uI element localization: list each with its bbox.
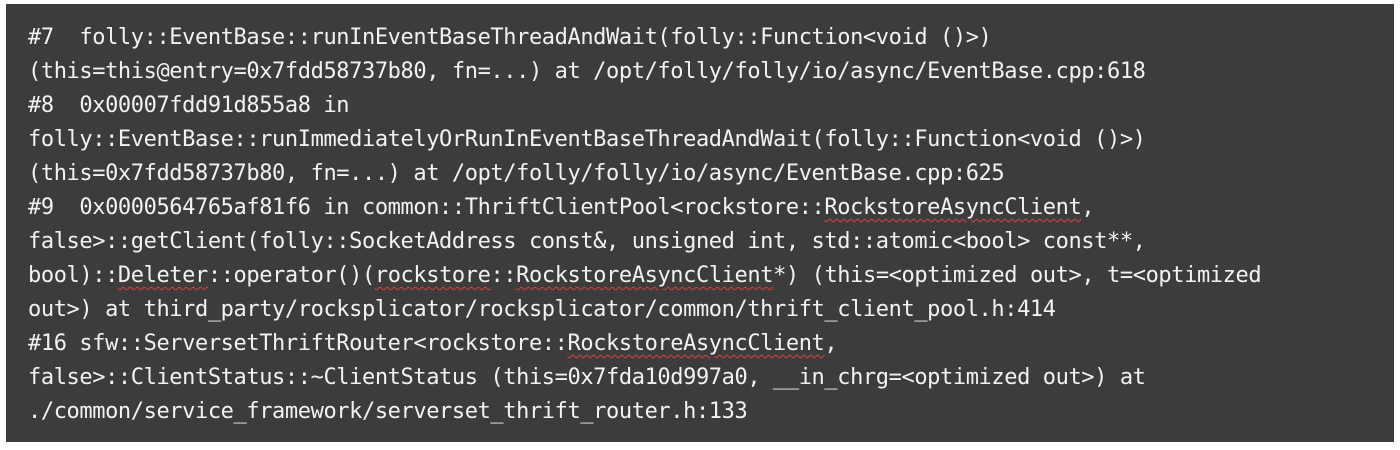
code-text: false>::ClientStatus::~ClientStatus (thi…	[28, 365, 1146, 390]
code-text: ,	[824, 331, 838, 356]
stack-trace-line: #8 0x00007fdd91d855a8 in	[28, 89, 1394, 123]
stack-trace-line: bool)::Deleter::operator()(rockstore::Ro…	[28, 259, 1394, 293]
code-text: (this=0x7fdd58737b80, fn=...) at /opt/fo…	[28, 161, 1005, 186]
stack-trace-line: folly::EventBase::runImmediatelyOrRunInE…	[28, 123, 1394, 157]
stack-trace-line: #9 0x0000564765af81f6 in common::ThriftC…	[28, 191, 1394, 225]
code-text: ./common/service_framework/serverset_thr…	[28, 399, 748, 424]
code-text: #7 folly::EventBase::runInEventBaseThrea…	[28, 25, 992, 50]
code-text: ::operator()(	[207, 263, 375, 288]
spellcheck-flagged-word: RockstoreAsyncClient	[516, 263, 774, 288]
stack-trace-line: (this=this@entry=0x7fdd58737b80, fn=...)…	[28, 55, 1394, 89]
spellcheck-flagged-word: RockstoreAsyncClient	[567, 331, 825, 356]
stack-trace-line: (this=0x7fdd58737b80, fn=...) at /opt/fo…	[28, 157, 1394, 191]
stack-trace-line: #7 folly::EventBase::runInEventBaseThrea…	[28, 21, 1394, 55]
code-text: ::	[490, 263, 517, 288]
code-text: #16 sfw::ServersetThriftRouter<rockstore…	[28, 331, 568, 356]
stack-trace-panel: #7 folly::EventBase::runInEventBaseThrea…	[6, 4, 1394, 442]
code-text: folly::EventBase::runImmediatelyOrRunInE…	[28, 127, 1146, 152]
stack-trace-line: ./common/service_framework/serverset_thr…	[28, 395, 1394, 429]
stack-trace-line: #16 sfw::ServersetThriftRouter<rockstore…	[28, 327, 1394, 361]
code-text: bool)::	[28, 263, 118, 288]
code-text: (this=this@entry=0x7fdd58737b80, fn=...)…	[28, 59, 1146, 84]
spellcheck-flagged-word: rockstore	[374, 263, 491, 288]
code-text: #8 0x00007fdd91d855a8 in	[28, 93, 350, 118]
code-text: false>::getClient(folly::SocketAddress c…	[28, 229, 1146, 254]
spellcheck-flagged-word: RockstoreAsyncClient	[824, 195, 1082, 220]
spellcheck-flagged-word: Deleter	[117, 263, 208, 288]
stack-trace-line: false>::ClientStatus::~ClientStatus (thi…	[28, 361, 1394, 395]
code-text: out>) at third_party/rocksplicator/rocks…	[28, 297, 1056, 322]
stack-trace-line: false>::getClient(folly::SocketAddress c…	[28, 225, 1394, 259]
code-text: ,	[1081, 195, 1095, 220]
stack-trace-line: out>) at third_party/rocksplicator/rocks…	[28, 293, 1394, 327]
code-text: #9 0x0000564765af81f6 in common::ThriftC…	[28, 195, 825, 220]
code-text: *) (this=<optimized out>, t=<optimized	[773, 263, 1262, 288]
stack-trace-text: #7 folly::EventBase::runInEventBaseThrea…	[28, 21, 1394, 429]
